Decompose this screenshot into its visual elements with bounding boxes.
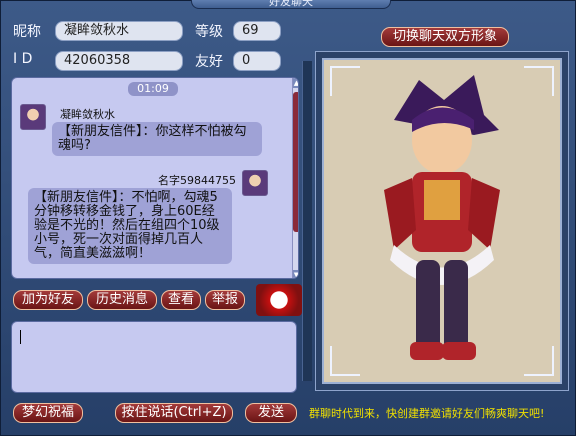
text-caret [20, 330, 21, 344]
msg2-sender: 名字59844755 [158, 174, 236, 187]
view-button[interactable]: 查看 [161, 290, 201, 310]
group-chat-notice: 群聊时代到来，快创建群邀请好友们畅爽聊天吧! [309, 407, 545, 420]
window-title: 好友聊天 [191, 0, 391, 9]
chat-timestamp: 01:09 [128, 82, 178, 96]
scroll-down-icon[interactable]: ▼ [293, 270, 298, 278]
panel-divider [302, 61, 312, 381]
sticker-icon[interactable] [256, 284, 302, 316]
send-button[interactable]: 发送 [245, 403, 297, 423]
nickname-field: 凝眸敛秋水 [55, 21, 183, 41]
chat-log[interactable]: 01:09 凝眸敛秋水 【新朋友信件】：你这样不怕被勾魂吗? 名字5984475… [11, 77, 299, 279]
msg1-bubble: 【新朋友信件】：你这样不怕被勾魂吗? [52, 122, 262, 156]
chat-scrollbar[interactable]: ▲ ▼ [292, 78, 298, 278]
chat-window: 好友聊天 昵称 凝眸敛秋水 等级 69 I D 42060358 友好 0 01… [0, 0, 576, 436]
friendship-label: 友好 [195, 54, 223, 70]
id-field: 42060358 [55, 51, 183, 71]
receiver-avatar [242, 170, 268, 196]
report-button[interactable]: 举报 [205, 290, 245, 310]
character-portrait [322, 58, 562, 384]
sender-avatar [20, 104, 46, 130]
scroll-thumb[interactable] [293, 92, 298, 232]
level-label: 等级 [195, 24, 223, 40]
msg1-sender: 凝眸敛秋水 [60, 108, 115, 121]
wish-button[interactable]: 梦幻祝福 [13, 403, 83, 423]
friendship-field: 0 [233, 51, 281, 71]
add-friend-button[interactable]: 加为好友 [13, 290, 83, 310]
history-button[interactable]: 历史消息 [87, 290, 157, 310]
hold-to-talk-button[interactable]: 按住说话(Ctrl+Z) [115, 403, 233, 423]
switch-portrait-button[interactable]: 切换聊天双方形象 [381, 27, 509, 47]
portrait-frame [315, 51, 569, 391]
scroll-up-icon[interactable]: ▲ [293, 78, 298, 88]
id-label: I D [13, 51, 33, 67]
message-input[interactable] [11, 321, 297, 393]
nickname-label: 昵称 [13, 24, 41, 40]
level-field: 69 [233, 21, 281, 41]
msg2-bubble: 【新朋友信件】：不怕啊，勾魂5分钟移转移金钱了，身上60E经验是不光的！然后在组… [28, 188, 232, 264]
character-figure-icon [384, 75, 500, 360]
